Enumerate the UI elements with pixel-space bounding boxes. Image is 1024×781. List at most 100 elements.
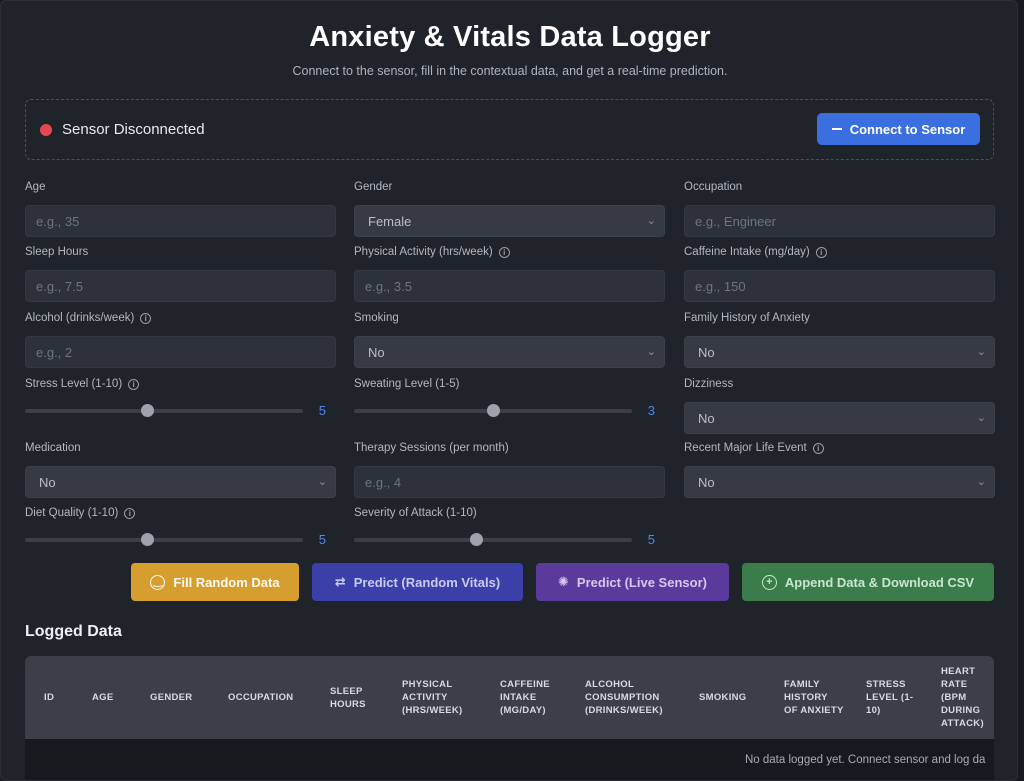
column-header-stress-level: STRESS LEVEL (1-10) [866, 679, 914, 716]
diet-quality-field: Diet Quality (1-10) i 5 [25, 505, 336, 547]
smoking-label: Smoking [354, 312, 399, 324]
gender-label: Gender [354, 181, 393, 193]
gender-value: Female [368, 214, 412, 229]
therapy-field: Therapy Sessions (per month) e.g., 4 [354, 440, 665, 498]
fill-random-data-button[interactable]: ‿ Fill Random Data [131, 563, 299, 601]
occupation-label: Occupation [684, 181, 743, 193]
life-event-select[interactable]: No ⌄ [684, 466, 995, 498]
sleep-hours-field: Sleep Hours e.g., 7.5 [25, 244, 336, 302]
physical-activity-field: Physical Activity (hrs/week) i e.g., 3.5 [354, 244, 665, 302]
caffeine-label: Caffeine Intake (mg/day) [684, 246, 810, 258]
physical-activity-input[interactable]: e.g., 3.5 [354, 270, 665, 302]
slider-thumb[interactable] [141, 533, 155, 546]
alcohol-input[interactable]: e.g., 2 [25, 336, 336, 368]
page-title: Anxiety & Vitals Data Logger [309, 21, 711, 53]
page-subtitle: Connect to the sensor, fill in the conte… [292, 64, 728, 78]
chevron-down-icon: ⌄ [646, 346, 656, 358]
column-header-physical-activity: PHYSICAL ACTIVITY (HRS/WEEK) [402, 679, 463, 716]
dizziness-select[interactable]: No ⌄ [684, 402, 995, 434]
info-icon[interactable]: i [815, 246, 827, 258]
info-icon[interactable]: i [812, 442, 824, 454]
sleep-hours-label: Sleep Hours [25, 246, 89, 258]
medication-select[interactable]: No ⌄ [25, 466, 336, 498]
column-header-id: ID [44, 692, 55, 703]
chevron-down-icon: ⌄ [976, 346, 986, 358]
info-icon[interactable]: i [498, 246, 510, 258]
life-event-value: No [698, 475, 715, 490]
smoking-select[interactable]: No ⌄ [354, 336, 665, 368]
severity-field: Severity of Attack (1-10) 5 [354, 505, 665, 547]
severity-label: Severity of Attack (1-10) [354, 507, 477, 519]
predict-random-vitals-button[interactable]: ⇄ Predict (Random Vitals) [312, 563, 523, 601]
dizziness-value: No [698, 411, 715, 426]
column-header-smoking: SMOKING [699, 692, 747, 703]
table-header: ID AGE GENDER OCCUPATION SLEEP HOURS PHY… [25, 656, 994, 739]
diet-quality-label: Diet Quality (1-10) [25, 507, 119, 519]
dizziness-label: Dizziness [684, 378, 734, 390]
app-panel: Anxiety & Vitals Data Logger Connect to … [0, 0, 1018, 781]
sweating-level-value: 3 [647, 403, 655, 418]
minus-icon [831, 128, 842, 130]
gender-select[interactable]: Female ⌄ [354, 205, 665, 237]
append-download-csv-button[interactable]: + Append Data & Download CSV [742, 563, 994, 601]
predict-live-label: Predict (Live Sensor) [576, 574, 707, 590]
gender-field: Gender Female ⌄ [354, 179, 665, 237]
sensor-status-box: Sensor Disconnected Connect to Sensor [25, 99, 994, 160]
sweating-level-slider[interactable]: 3 [354, 403, 665, 419]
smoking-value: No [368, 345, 385, 360]
predict-live-sensor-button[interactable]: ✺ Predict (Live Sensor) [536, 563, 729, 601]
therapy-input[interactable]: e.g., 4 [354, 466, 665, 498]
empty-table-message: No data logged yet. Connect sensor and l… [745, 754, 986, 766]
shuffle-icon: ⇄ [334, 574, 346, 589]
sensor-status-text: Sensor Disconnected [62, 121, 205, 138]
info-icon[interactable]: i [128, 378, 140, 390]
diet-quality-slider[interactable]: 5 [25, 532, 336, 548]
sleep-hours-input[interactable]: e.g., 7.5 [25, 270, 336, 302]
chevron-down-icon: ⌄ [976, 412, 986, 424]
logged-data-table: ID AGE GENDER OCCUPATION SLEEP HOURS PHY… [25, 656, 994, 780]
column-header-sleep-hours: SLEEP HOURS [330, 685, 366, 710]
severity-value: 5 [647, 532, 655, 547]
life-event-field: Recent Major Life Event i No ⌄ [684, 440, 995, 498]
family-history-label: Family History of Anxiety [684, 312, 810, 324]
age-field: Age e.g., 35 [25, 179, 336, 237]
connect-sensor-button[interactable]: Connect to Sensor [817, 113, 980, 145]
life-event-label: Recent Major Life Event [684, 442, 807, 454]
slider-thumb[interactable] [470, 533, 484, 546]
physical-activity-label: Physical Activity (hrs/week) [354, 246, 493, 258]
stress-level-slider[interactable]: 5 [25, 403, 336, 419]
info-icon[interactable]: i [140, 312, 152, 324]
chevron-down-icon: ⌄ [646, 215, 656, 227]
slider-track [354, 538, 632, 542]
slider-track [25, 409, 303, 413]
stress-level-label: Stress Level (1-10) [25, 378, 123, 390]
column-header-gender: GENDER [150, 692, 193, 703]
slider-thumb[interactable] [487, 404, 500, 417]
occupation-input[interactable]: e.g., Engineer [684, 205, 995, 237]
severity-slider[interactable]: 5 [354, 532, 665, 548]
column-header-age: AGE [92, 692, 114, 703]
caffeine-field: Caffeine Intake (mg/day) i e.g., 150 [684, 244, 995, 302]
lightbulb-icon: ✺ [558, 574, 569, 589]
predict-random-label: Predict (Random Vitals) [353, 574, 501, 590]
column-header-occupation: OCCUPATION [228, 692, 294, 703]
age-input[interactable]: e.g., 35 [25, 205, 336, 237]
caffeine-input[interactable]: e.g., 150 [684, 270, 995, 302]
sweating-level-label: Sweating Level (1-5) [354, 378, 460, 390]
slider-thumb[interactable] [141, 404, 155, 417]
status-dot-icon [40, 124, 52, 136]
medication-value: No [39, 475, 56, 490]
chevron-down-icon: ⌄ [976, 476, 986, 488]
medication-field: Medication No ⌄ [25, 440, 336, 498]
therapy-label: Therapy Sessions (per month) [354, 442, 509, 454]
diet-quality-value: 5 [318, 532, 326, 547]
smoking-field: Smoking No ⌄ [354, 310, 665, 368]
column-header-caffeine-intake: CAFFEINE INTAKE (MG/DAY) [500, 679, 550, 716]
chevron-down-icon: ⌄ [317, 476, 327, 488]
column-header-family-history: FAMILY HISTORY OF ANXIETY [784, 679, 844, 716]
family-history-select[interactable]: No ⌄ [684, 336, 995, 368]
append-download-label: Append Data & Download CSV [784, 574, 975, 590]
column-header-alcohol-consumption: ALCOHOL CONSUMPTION (DRINKS/WEEK) [585, 679, 663, 716]
info-icon[interactable]: i [124, 507, 136, 519]
occupation-field: Occupation e.g., Engineer [684, 179, 995, 237]
